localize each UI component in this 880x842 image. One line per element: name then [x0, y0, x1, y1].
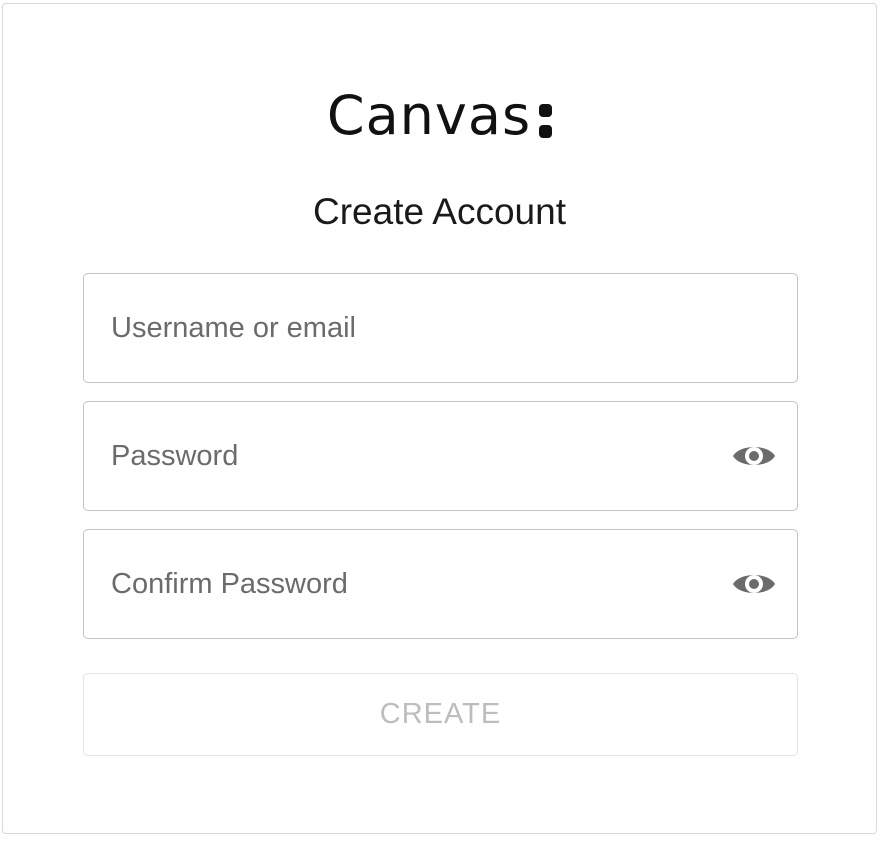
password-input[interactable] — [84, 402, 797, 510]
logo-dots-mark — [539, 104, 553, 138]
username-field — [83, 273, 798, 383]
show-password-toggle[interactable] — [731, 439, 777, 473]
eye-icon — [733, 447, 775, 465]
logo-dot-top — [539, 104, 553, 117]
create-button[interactable]: CREATE — [83, 673, 798, 756]
logo-dot-bottom — [539, 125, 553, 138]
canvas-logo: Canvas — [3, 84, 876, 148]
confirm-password-field — [83, 529, 798, 639]
eye-icon — [733, 575, 775, 593]
logo-wordmark: Canvas — [326, 84, 532, 147]
show-confirm-password-toggle[interactable] — [731, 567, 777, 601]
create-account-card: Canvas Create Account CREATE — [2, 3, 877, 834]
page-title: Create Account — [313, 191, 566, 232]
username-input[interactable] — [84, 274, 797, 382]
password-field — [83, 401, 798, 511]
confirm-password-input[interactable] — [84, 530, 797, 638]
